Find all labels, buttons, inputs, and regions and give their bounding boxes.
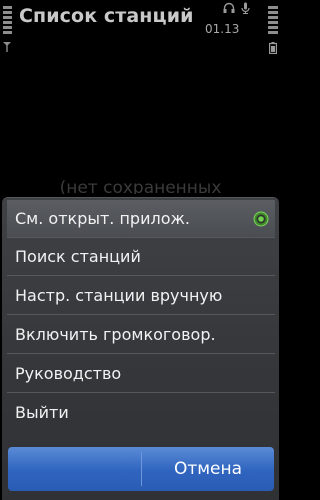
signal-strength-icon [3,6,12,36]
menu-item-manual-tuning[interactable]: Настр. станции вручную [7,277,275,315]
menu-item-open-apps[interactable]: См. открыт. прилож. [7,200,275,238]
page-title: Список станций [19,5,194,27]
empty-list-text: (нет сохраненных [59,178,222,194]
status-bar: Список станций 01.13 [0,0,281,62]
menu-item-label: Поиск станций [15,247,141,266]
clock: 01.13 [205,22,240,36]
menu-item-label: Настр. станции вручную [15,286,223,305]
menu-item-label: Выйти [15,403,69,422]
cancel-button[interactable]: Отмена [142,447,274,491]
headset-icon [223,2,235,13]
alarm-icon [241,2,250,14]
antenna-icon [3,42,11,52]
left-softkey [8,447,141,491]
menu-item-label: См. открыт. прилож. [15,209,190,228]
menu-item-help[interactable]: Руководство [7,355,275,393]
battery-level-icon [268,6,278,36]
softkey-bar: Отмена [8,447,274,491]
menu-item-loudspeaker[interactable]: Включить громкоговор. [7,316,275,354]
active-app-indicator-icon [253,211,269,227]
menu-item-search-stations[interactable]: Поиск станций [7,238,275,276]
battery-icon [269,42,277,54]
menu-item-exit[interactable]: Выйти [7,394,275,432]
menu-item-label: Руководство [15,364,122,383]
menu-item-label: Включить громкоговор. [15,325,216,344]
